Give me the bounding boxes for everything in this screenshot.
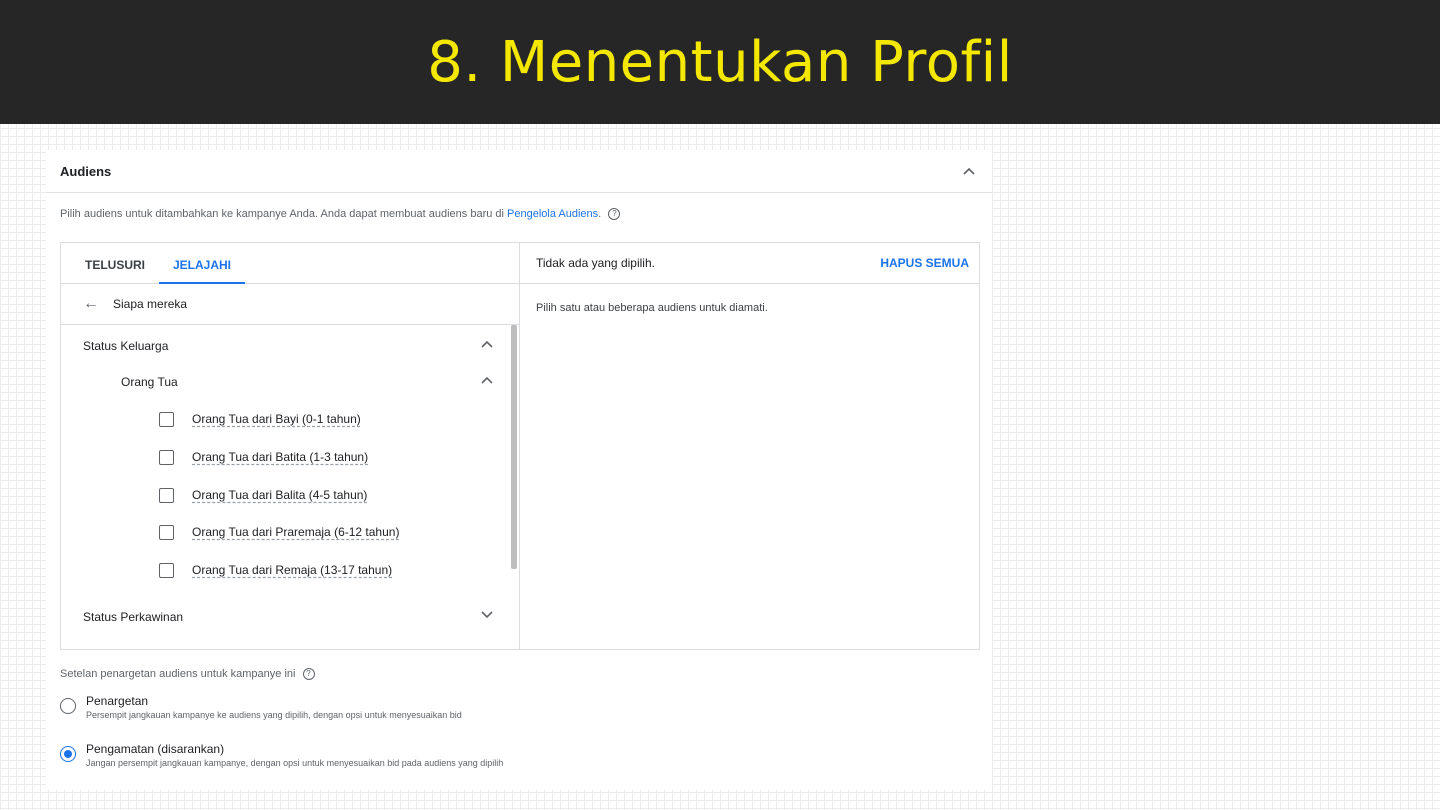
selected-header: Tidak ada yang dipilih. HAPUS SEMUA [520,243,979,284]
description-text: Pilih audiens untuk ditambahkan ke kampa… [60,208,508,220]
targeting-title-text: Setelan penargetan audiens untuk kampany… [60,668,296,680]
browse-pane: TELUSURI JELAJAHI ← Siapa mereka Status … [61,243,520,649]
chevron-up-icon[interactable] [481,337,493,351]
option-label: Orang Tua dari Remaja (13-17 tahun) [192,563,393,577]
audience-card: Audiens Pilih audiens untuk ditambahkan … [46,150,992,790]
clear-all-button[interactable]: HAPUS SEMUA [880,256,969,270]
tab-bar: TELUSURI JELAJAHI [61,243,519,284]
back-row[interactable]: ← Siapa mereka [61,284,519,325]
targeting-setting-title: Setelan penargetan audiens untuk kampany… [60,668,315,681]
category-tree: Status Keluarga Orang Tua Orang Tua dari… [61,325,519,649]
title-banner: 8. Menentukan Profil [0,0,1440,124]
radio-option-observation[interactable]: Pengamatan (disarankan) Jangan persempit… [60,742,503,768]
option-label: Orang Tua dari Balita (4-5 tahun) [192,488,368,502]
back-label: Siapa mereka [113,297,188,311]
checkbox[interactable] [159,524,174,540]
radio-option-targeting[interactable]: Penargetan Persempit jangkauan kampanye … [60,694,462,720]
category-status-keluarga[interactable]: Status Keluarga [61,334,519,358]
radio-label: Pengamatan (disarankan) [86,742,225,756]
selected-hint: Pilih satu atau beberapa audiens untuk d… [536,302,768,314]
subcategory-orang-tua[interactable]: Orang Tua [61,370,519,394]
radio-button[interactable] [60,698,76,714]
slide-title: 8. Menentukan Profil [427,29,1013,95]
checkbox[interactable] [159,449,174,465]
list-item[interactable]: Orang Tua dari Batita (1-3 tahun) [61,445,519,469]
option-label: Orang Tua dari Bayi (0-1 tahun) [192,412,361,426]
radio-description: Persempit jangkauan kampanye ke audiens … [86,710,462,720]
card-header[interactable]: Audiens [46,150,992,193]
help-icon[interactable]: ? [608,208,621,221]
selected-pane: Tidak ada yang dipilih. HAPUS SEMUA Pili… [520,243,979,649]
category-status-perkawinan[interactable]: Status Perkawinan [61,605,519,629]
category-label: Status Keluarga [83,339,169,353]
tab-telusuri[interactable]: TELUSURI [71,243,159,283]
radio-label: Penargetan [86,694,149,708]
checkbox[interactable] [159,487,174,503]
audience-manager-link[interactable]: Pengelola Audiens [507,208,598,220]
list-item[interactable]: Orang Tua dari Remaja (13-17 tahun) [61,558,519,582]
back-arrow-icon[interactable]: ← [83,295,99,313]
checkbox[interactable] [159,411,174,427]
category-label: Status Perkawinan [83,610,184,624]
card-title: Audiens [60,163,112,179]
chevron-up-icon[interactable] [481,373,493,387]
tab-jelajahi[interactable]: JELAJAHI [159,243,246,284]
radio-description: Jangan persempit jangkauan kampanye, den… [86,758,504,768]
radio-button-selected[interactable] [60,746,76,762]
chevron-down-icon[interactable] [481,608,493,622]
list-item[interactable]: Orang Tua dari Praremaja (6-12 tahun) [61,520,519,544]
collapse-chevron-up-icon[interactable] [960,162,978,180]
card-description: Pilih audiens untuk ditambahkan ke kampa… [46,193,992,228]
checkbox[interactable] [159,562,174,578]
scrollbar[interactable] [511,325,517,569]
subcategory-label: Orang Tua [121,375,178,389]
option-label: Orang Tua dari Praremaja (6-12 tahun) [192,525,400,539]
list-item[interactable]: Orang Tua dari Balita (4-5 tahun) [61,483,519,507]
option-label: Orang Tua dari Batita (1-3 tahun) [192,450,369,464]
help-icon[interactable]: ? [302,668,315,681]
selected-status: Tidak ada yang dipilih. [536,256,655,270]
description-suffix: . [598,208,602,220]
list-item[interactable]: Orang Tua dari Bayi (0-1 tahun) [61,407,519,431]
audience-panel: TELUSURI JELAJAHI ← Siapa mereka Status … [60,242,980,650]
